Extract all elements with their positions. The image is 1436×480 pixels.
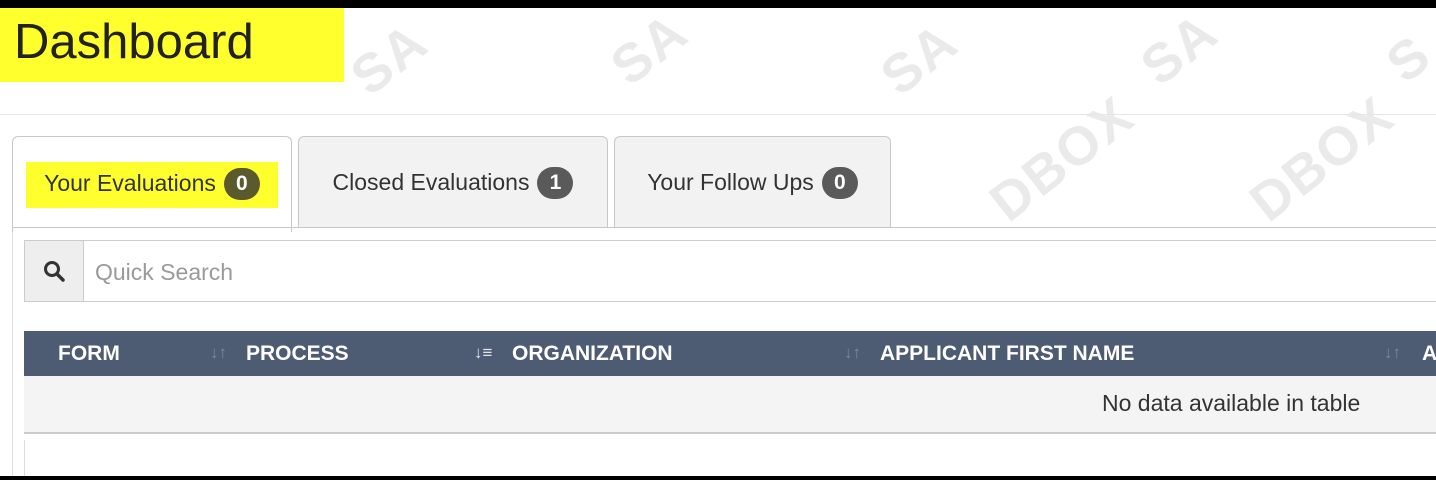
column-label: PROCESS	[246, 341, 349, 365]
column-header-organization[interactable]: ORGANIZATION	[512, 331, 842, 376]
empty-table-message: No data available in table	[1102, 390, 1361, 416]
sort-icon[interactable]: ↓↑	[210, 343, 227, 363]
table-body: No data available in table	[24, 376, 1436, 434]
page: SA SA SA SA SA S DBOX DBOX Dashboard You…	[0, 8, 1436, 476]
watermark: SA	[599, 8, 700, 97]
column-label: A	[1422, 341, 1436, 365]
column-header-applicant-first-name[interactable]: APPLICANT FIRST NAME	[880, 331, 1380, 376]
count-badge: 0	[223, 167, 260, 200]
tab-label: Closed Evaluations	[332, 169, 530, 195]
watermark: S	[1375, 23, 1436, 95]
column-label: FORM	[58, 341, 120, 365]
column-header-a[interactable]: A	[1422, 331, 1436, 376]
search-icon	[44, 261, 65, 282]
table-header: FORM ↓↑ PROCESS ↓≡ ORGANIZATION ↓↑ APPLI…	[24, 331, 1436, 376]
tab-content-border	[12, 227, 1436, 228]
panel-border	[24, 440, 25, 476]
title-divider	[0, 114, 1436, 115]
watermark: SA	[339, 11, 440, 107]
watermark: DBOX	[978, 84, 1146, 234]
watermark: SA	[869, 11, 970, 107]
count-badge: 0	[821, 166, 858, 199]
search-button[interactable]	[25, 241, 84, 301]
count-badge: 1	[537, 166, 574, 199]
watermark: SA	[1129, 8, 1230, 97]
sort-icon[interactable]: ↓↑	[844, 343, 861, 363]
column-header-process[interactable]: PROCESS	[246, 331, 486, 376]
tab-label: Your Follow Ups	[647, 169, 814, 195]
watermark: DBOX	[1238, 84, 1406, 234]
title-highlight: Dashboard	[0, 8, 344, 82]
quick-search	[24, 240, 1436, 302]
tab-highlight: Your Evaluations 0	[26, 161, 278, 208]
search-input[interactable]	[93, 251, 1397, 293]
tab-your-evaluations[interactable]: Your Evaluations 0	[12, 136, 292, 232]
tab-closed-evaluations[interactable]: Closed Evaluations 1	[298, 136, 608, 228]
tab-your-follow-ups[interactable]: Your Follow Ups 0	[614, 136, 891, 228]
sort-icon[interactable]: ↓↑	[1384, 343, 1401, 363]
column-label: ORGANIZATION	[512, 341, 673, 365]
page-title: Dashboard	[14, 15, 254, 69]
sort-desc-icon[interactable]: ↓≡	[474, 343, 492, 363]
tab-label: Your Evaluations	[44, 170, 216, 196]
column-label: APPLICANT FIRST NAME	[880, 341, 1135, 365]
